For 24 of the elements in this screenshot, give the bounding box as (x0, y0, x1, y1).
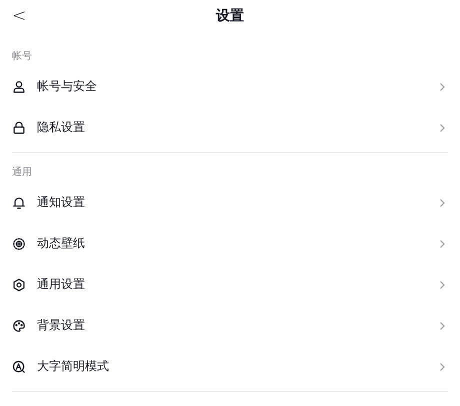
chevron-right-icon (438, 198, 446, 208)
settings-item[interactable]: 动态壁纸 (12, 223, 448, 264)
gear-icon (12, 278, 26, 292)
settings-item[interactable]: 通知设置 (12, 182, 448, 223)
chevron-right-icon (438, 362, 446, 372)
text-search-icon (12, 360, 26, 374)
chevron-right-icon (438, 82, 446, 92)
person-icon (12, 80, 26, 94)
section-label: 通用 (12, 166, 33, 180)
settings-item[interactable]: 背景设置 (12, 305, 448, 346)
chevron-right-icon (438, 238, 446, 248)
back-button[interactable]: < (10, 6, 28, 26)
settings-item[interactable]: 帐号与安全 (12, 66, 448, 107)
chevron-right-icon (438, 320, 446, 330)
settings-item[interactable]: 通用设置 (12, 264, 448, 305)
bell-icon (12, 196, 26, 210)
settings-item[interactable]: 大字简明模式 (12, 346, 448, 387)
page-title: 设置 (216, 7, 244, 25)
settings-item[interactable]: 隐私设置 (12, 107, 448, 148)
chevron-right-icon (438, 280, 446, 290)
chevron-right-icon (438, 122, 446, 132)
section-label: 帐号 (12, 50, 33, 64)
lock-icon (12, 120, 26, 134)
palette-icon (12, 318, 26, 332)
